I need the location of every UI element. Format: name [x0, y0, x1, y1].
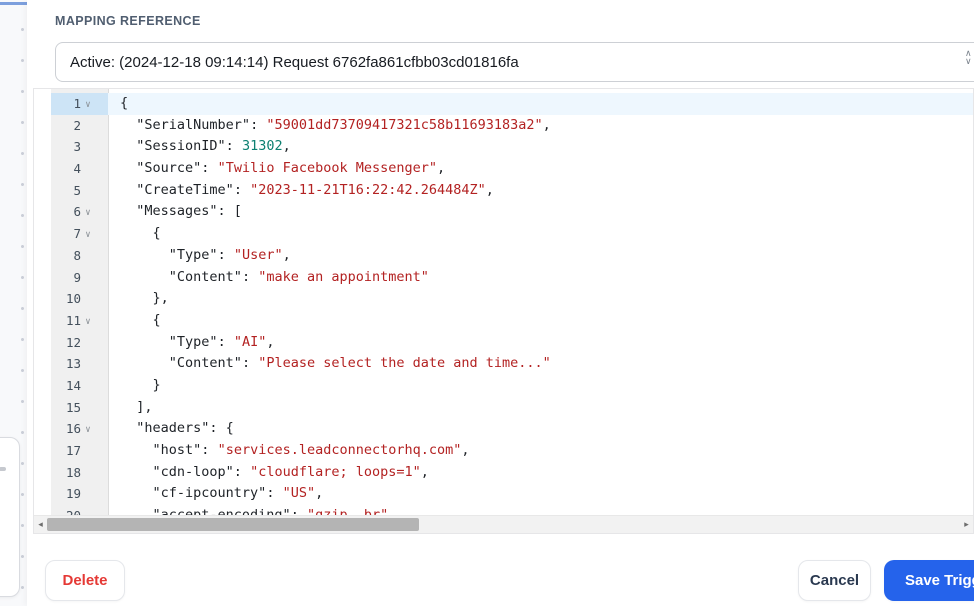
- code-line[interactable]: 4 "Source": "Twilio Facebook Messenger",: [34, 158, 973, 180]
- code-lines[interactable]: 1 ∨{2 "SerialNumber": "59001dd73709417321…: [34, 89, 973, 515]
- scroll-left-arrow-icon[interactable]: ◂: [34, 516, 47, 533]
- line-gutter: 8: [73, 247, 81, 263]
- fold-toggle-icon[interactable]: ∨: [81, 223, 95, 245]
- code-line[interactable]: 14 }: [34, 375, 973, 397]
- line-gutter: 19: [65, 486, 81, 502]
- code-line[interactable]: 8 "Type": "User",: [34, 245, 973, 267]
- combobox-chevrons-icon: ∧ ∨: [965, 49, 972, 67]
- code-line[interactable]: 20 "accept-encoding": "gzip, br",: [34, 505, 973, 515]
- line-gutter: 10: [65, 291, 81, 307]
- code-line[interactable]: 7 ∨ {: [34, 223, 973, 245]
- line-gutter: 14: [65, 377, 81, 393]
- code-line[interactable]: 10 },: [34, 288, 973, 310]
- code-line[interactable]: 19 "cf-ipcountry": "US",: [34, 483, 973, 505]
- line-gutter: 20: [51, 505, 108, 515]
- request-version-select[interactable]: Active: (2024-12-18 09:14:14) Request 67…: [55, 42, 974, 82]
- line-gutter: 15: [65, 399, 81, 415]
- delete-button[interactable]: Delete: [45, 560, 125, 601]
- code-line[interactable]: 11 ∨ {: [34, 310, 973, 332]
- mapping-reference-label: MAPPING REFERENCE: [55, 14, 201, 28]
- line-gutter: 1 ∨: [51, 93, 108, 115]
- fold-toggle-icon[interactable]: ∨: [81, 201, 95, 223]
- scrollbar-thumb[interactable]: [47, 518, 419, 531]
- scroll-right-arrow-icon[interactable]: ▸: [960, 516, 973, 533]
- cancel-button[interactable]: Cancel: [798, 560, 871, 601]
- background-card: [0, 437, 20, 597]
- fold-toggle-icon[interactable]: ∨: [81, 310, 95, 332]
- selected-node-edge: [0, 2, 27, 5]
- code-line[interactable]: 16 ∨ "headers": {: [34, 418, 973, 440]
- line-gutter: 17: [65, 443, 81, 458]
- fold-toggle-icon[interactable]: ∨: [81, 93, 95, 115]
- horizontal-scrollbar[interactable]: ◂ ▸: [34, 515, 973, 533]
- line-gutter: 7 ∨: [51, 223, 108, 245]
- line-gutter: 12: [65, 334, 81, 350]
- code-line[interactable]: 1 ∨{: [34, 93, 973, 115]
- line-gutter: 4: [73, 161, 81, 177]
- line-gutter: 6 ∨: [51, 201, 108, 223]
- line-gutter: 9: [73, 269, 81, 285]
- code-line[interactable]: 5 "CreateTime": "2023-11-21T16:22:42.264…: [34, 180, 973, 202]
- line-gutter: 13: [65, 356, 81, 372]
- save-trigger-button[interactable]: Save Trigger: [884, 560, 974, 601]
- code-line[interactable]: 9 "Content": "make an appointment": [34, 267, 973, 289]
- line-gutter: 11 ∨: [51, 310, 108, 332]
- line-gutter: 3: [73, 139, 81, 155]
- background-card-mark: [0, 467, 6, 471]
- code-line[interactable]: 6 ∨ "Messages": [: [34, 201, 973, 223]
- line-gutter: 2: [73, 117, 81, 133]
- code-line[interactable]: 15 ],: [34, 397, 973, 419]
- line-gutter: 5: [73, 182, 81, 198]
- fold-toggle-icon[interactable]: ∨: [81, 418, 95, 440]
- code-line[interactable]: 2 "SerialNumber": "59001dd73709417321c58…: [34, 115, 973, 137]
- json-editor[interactable]: 1 ∨{2 "SerialNumber": "59001dd73709417321…: [33, 88, 974, 534]
- code-line[interactable]: 18 "cdn-loop": "cloudflare; loops=1",: [34, 462, 973, 484]
- code-line[interactable]: 3 "SessionID": 31302,: [34, 136, 973, 158]
- line-gutter: 16 ∨: [51, 418, 108, 440]
- request-version-select-value: Active: (2024-12-18 09:14:14) Request 67…: [70, 53, 519, 71]
- trigger-settings-modal: MAPPING REFERENCE Active: (2024-12-18 09…: [27, 0, 974, 606]
- code-line[interactable]: 12 "Type": "AI",: [34, 332, 973, 354]
- code-line[interactable]: 17 "host": "services.leadconnectorhq.com…: [34, 440, 973, 462]
- line-gutter: 18: [65, 464, 81, 480]
- code-line[interactable]: 13 "Content": "Please select the date an…: [34, 353, 973, 375]
